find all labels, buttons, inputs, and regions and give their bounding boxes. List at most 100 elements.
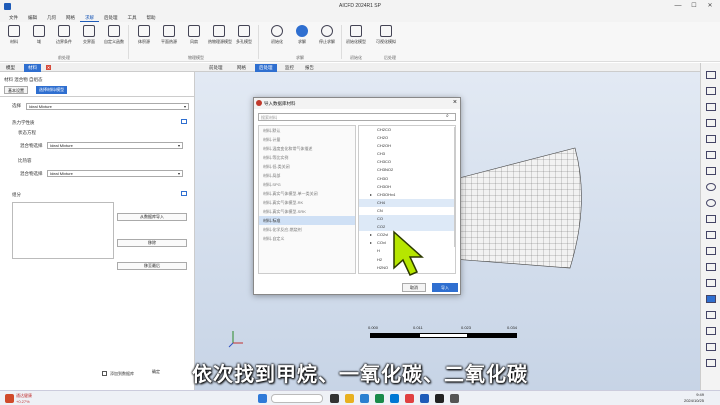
app-icon[interactable]: [405, 394, 414, 403]
axis-z-icon[interactable]: [706, 103, 716, 111]
move-last-button[interactable]: 移至最后: [117, 262, 187, 270]
tab-materials[interactable]: 材料: [24, 64, 41, 72]
fit-icon[interactable]: [706, 231, 716, 239]
start-icon[interactable]: [258, 394, 267, 403]
remove-button[interactable]: 移除: [117, 239, 187, 247]
tab-preprocess[interactable]: 前处理: [205, 64, 227, 72]
category-item[interactable]: 材料-SPG: [259, 180, 355, 189]
visualize-button[interactable]: 可视化模拟: [375, 25, 397, 45]
tab-model[interactable]: 模型: [2, 64, 19, 72]
category-item[interactable]: 材料-温度变化和常气体描述: [259, 144, 355, 153]
category-item[interactable]: 材料-计量: [259, 135, 355, 144]
search-icon[interactable]: ⌕: [446, 113, 449, 119]
category-item[interactable]: 材料-化学反应-燃烧剂: [259, 225, 355, 234]
edge-icon[interactable]: [360, 394, 369, 403]
app-icon[interactable]: [375, 394, 384, 403]
tab-report[interactable]: 报告: [301, 64, 318, 72]
cp-select[interactable]: Ideal Mixture: [47, 170, 183, 177]
view-icon[interactable]: [706, 119, 716, 127]
edit-icon[interactable]: [706, 327, 716, 335]
import-button[interactable]: 导入: [432, 283, 458, 292]
edit-icon[interactable]: [706, 263, 716, 271]
stop-solve-button[interactable]: 停止求解: [316, 25, 338, 45]
import-from-db-button[interactable]: 从数据库导入: [117, 213, 187, 221]
zoom-icon[interactable]: [706, 215, 716, 223]
planar-heat-button[interactable]: 平面热源: [158, 25, 180, 45]
taskbar-search[interactable]: [271, 394, 323, 403]
close-button[interactable]: ✕: [704, 2, 716, 9]
menu-geometry[interactable]: 几何: [42, 13, 61, 22]
category-item[interactable]: 材料-低-类关闭: [259, 162, 355, 171]
menu-edit[interactable]: 编辑: [23, 13, 42, 22]
fan-button[interactable]: 风扇: [183, 25, 205, 45]
species-item[interactable]: CO: [359, 215, 455, 224]
menu-file[interactable]: 文件: [4, 13, 23, 22]
clock-date[interactable]: 2024/10/25: [672, 398, 704, 403]
category-item[interactable]: 材料-标准: [259, 216, 355, 225]
menu-postprocess[interactable]: 后处理: [99, 13, 123, 22]
view-icon[interactable]: [706, 167, 716, 175]
ruler-icon[interactable]: [706, 247, 716, 255]
dialog-close-icon[interactable]: ×: [453, 99, 457, 106]
menu-solve[interactable]: 求解: [80, 13, 99, 22]
clock-time[interactable]: 9:49: [686, 392, 704, 397]
category-item[interactable]: 材料-真实气体模型-SRK: [259, 207, 355, 216]
category-item[interactable]: 材料-自定义: [259, 234, 355, 243]
axis-y-icon[interactable]: [706, 87, 716, 95]
category-item[interactable]: 材料-局部: [259, 171, 355, 180]
weather-icon[interactable]: [5, 394, 14, 403]
close-tab-icon[interactable]: ✕: [46, 65, 51, 70]
init-model-button[interactable]: 初始化模型: [345, 25, 367, 45]
species-item[interactable]: ▸ CH3OHv4: [359, 191, 455, 199]
rotate-icon[interactable]: [706, 183, 716, 191]
expand-icon[interactable]: ▸: [370, 191, 372, 199]
tab-basic-settings[interactable]: 基本设置: [4, 86, 28, 94]
species-item[interactable]: CN: [359, 207, 455, 215]
menu-help[interactable]: 帮助: [142, 13, 161, 22]
species-item[interactable]: CH2OH: [359, 142, 455, 150]
species-item[interactable]: CH4: [359, 198, 455, 207]
app-icon[interactable]: [450, 394, 459, 403]
species-item[interactable]: CH3: [359, 150, 455, 158]
species-item[interactable]: CH3CO: [359, 158, 455, 166]
boundary-button[interactable]: 边界条件: [53, 25, 75, 45]
collapse-icon[interactable]: [181, 119, 187, 124]
initialize-button[interactable]: 初始化: [266, 25, 288, 45]
porous-button[interactable]: 多孔模型: [233, 25, 255, 45]
rotate-icon[interactable]: [706, 199, 716, 207]
mixture-select[interactable]: Ideal Mixture: [26, 103, 189, 110]
udf-button[interactable]: 自定义函数: [103, 25, 125, 45]
species-item[interactable]: CH3OH: [359, 183, 455, 191]
view-icon[interactable]: [706, 151, 716, 159]
maximize-button[interactable]: ☐: [688, 2, 700, 9]
category-item[interactable]: 材料-默认: [259, 126, 355, 135]
scrollbar[interactable]: [454, 127, 456, 247]
shade-icon[interactable]: [706, 295, 716, 303]
material-search-input[interactable]: 搜索材料: [258, 113, 456, 121]
minimize-button[interactable]: —: [672, 2, 684, 9]
axis-x-icon[interactable]: [706, 71, 716, 79]
interface-button[interactable]: 交界面: [78, 25, 100, 45]
category-item[interactable]: 材料-等比实例: [259, 153, 355, 162]
eos-select[interactable]: Ideal Mixture: [47, 142, 183, 149]
view-icon[interactable]: [706, 135, 716, 143]
tab-postprocess[interactable]: 后处理: [255, 64, 277, 72]
menu-mesh[interactable]: 网格: [61, 13, 80, 22]
tab-select-material[interactable]: 选择材料/模型: [36, 86, 68, 94]
app-icon[interactable]: [390, 394, 399, 403]
species-list[interactable]: [12, 202, 114, 259]
materials-button[interactable]: 材料: [3, 25, 25, 45]
expand-icon[interactable]: ▸: [370, 231, 372, 239]
mesh-icon[interactable]: [706, 279, 716, 287]
layers-icon[interactable]: [706, 311, 716, 319]
species-item[interactable]: CH2CO: [359, 126, 455, 134]
species-item[interactable]: CH3O: [359, 175, 455, 183]
species-item[interactable]: CH2O: [359, 134, 455, 142]
category-item[interactable]: 材料-真实气体模型-单一类关闭: [259, 189, 355, 198]
expand-icon[interactable]: ▸: [370, 239, 372, 247]
probe-icon[interactable]: [706, 343, 716, 351]
collapse-icon[interactable]: [181, 191, 187, 196]
volume-source-button[interactable]: 体积源: [133, 25, 155, 45]
thermo-source-button[interactable]: 热物理源模型: [208, 25, 232, 45]
taskview-icon[interactable]: [330, 394, 339, 403]
